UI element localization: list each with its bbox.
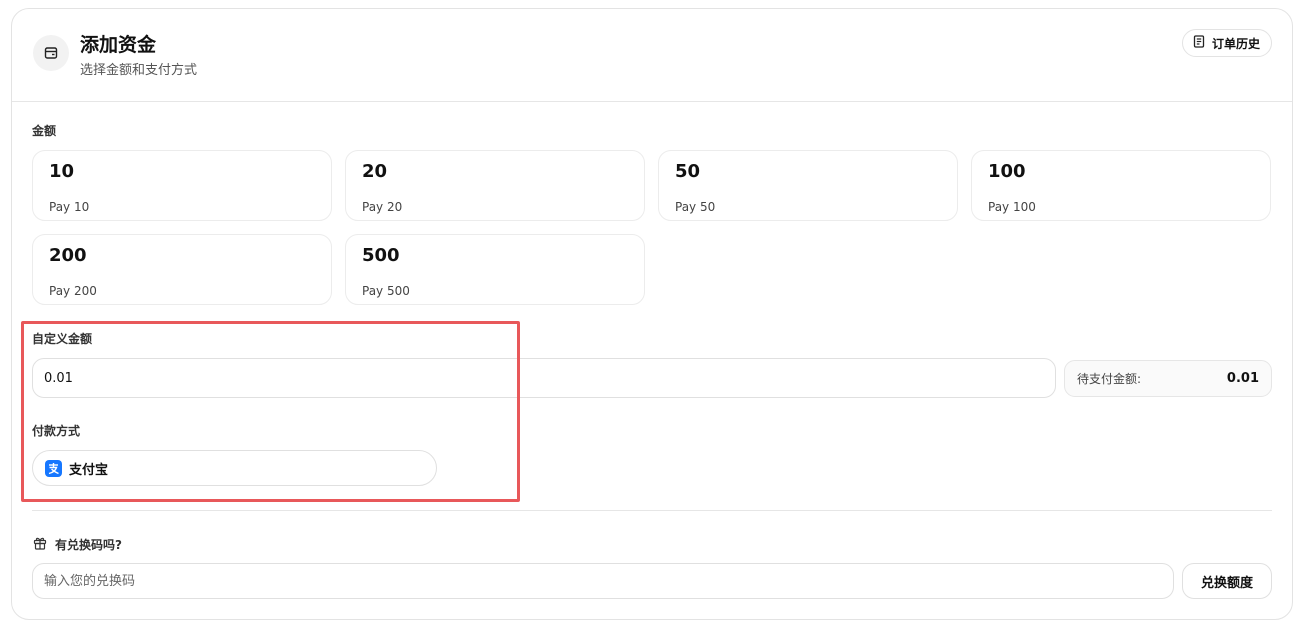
amount-value: 20	[362, 161, 388, 182]
receipt-icon	[1193, 35, 1205, 51]
amount-sub: Pay 500	[362, 284, 410, 298]
gift-icon	[33, 535, 47, 554]
pending-amount-label: 待支付金额:	[1077, 372, 1142, 386]
amount-sub: Pay 100	[988, 200, 1036, 214]
alipay-icon	[45, 459, 62, 477]
payment-option-alipay[interactable]: 支付宝	[32, 450, 437, 486]
custom-amount-input[interactable]	[32, 358, 1056, 398]
amount-section-label: 金额	[32, 124, 57, 138]
amount-value: 50	[675, 161, 701, 182]
amount-option-100[interactable]: 100 Pay 100	[971, 150, 1271, 221]
amount-sub: Pay 20	[362, 200, 403, 214]
page-title: 添加资金	[80, 34, 157, 56]
pending-amount-value: 0.01	[1226, 371, 1259, 386]
custom-amount-label: 自定义金额	[32, 332, 93, 346]
amount-option-500[interactable]: 500 Pay 500	[345, 234, 645, 305]
redeem-code-input[interactable]	[32, 563, 1174, 599]
wallet-icon	[33, 35, 69, 71]
amount-value: 200	[49, 245, 87, 266]
redeem-button[interactable]: 兑换额度	[1182, 563, 1272, 599]
order-history-button[interactable]: 订单历史	[1181, 29, 1272, 57]
page-subtitle: 选择金额和支付方式	[80, 63, 198, 78]
amount-option-200[interactable]: 200 Pay 200	[32, 234, 332, 305]
amount-sub: Pay 200	[49, 284, 97, 298]
add-funds-card: 添加资金 选择金额和支付方式 订单历史	[11, 8, 1293, 620]
amount-sub: Pay 10	[49, 200, 90, 214]
amount-sub: Pay 50	[675, 200, 716, 214]
redeem-header: 有兑换码吗?	[33, 535, 122, 554]
amount-value: 10	[49, 161, 75, 182]
amount-value: 500	[362, 245, 400, 266]
section-divider	[32, 510, 1272, 511]
payment-option-label: 支付宝	[69, 462, 109, 478]
amount-value: 100	[988, 161, 1026, 182]
amount-option-10[interactable]: 10 Pay 10	[32, 150, 332, 221]
amount-option-20[interactable]: 20 Pay 20	[345, 150, 645, 221]
order-history-label: 订单历史	[1211, 36, 1260, 51]
pending-amount-display: 待支付金额: 0.01	[1064, 360, 1272, 397]
payment-method-label: 付款方式	[32, 424, 81, 438]
amount-option-50[interactable]: 50 Pay 50	[658, 150, 958, 221]
redeem-label: 有兑换码吗?	[55, 538, 122, 552]
card-header: 添加资金 选择金额和支付方式 订单历史	[12, 9, 1292, 102]
